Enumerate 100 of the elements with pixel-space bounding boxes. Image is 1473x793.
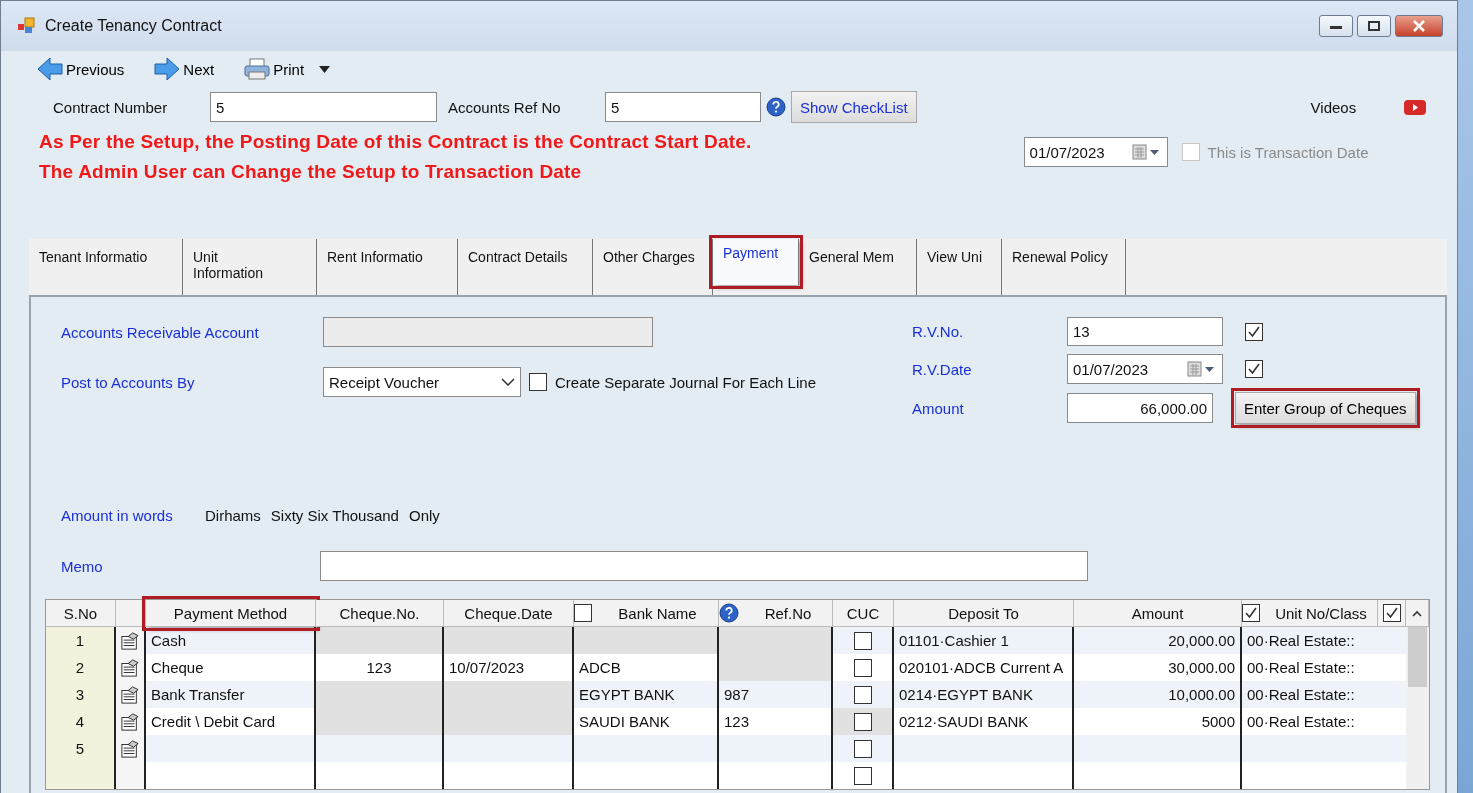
column-header[interactable]: Ref.No — [719, 600, 833, 627]
field-label: Amount — [912, 399, 965, 417]
edit-row-icon[interactable] — [121, 657, 139, 678]
checkbox[interactable] — [1242, 604, 1260, 622]
checkbox[interactable] — [529, 373, 547, 391]
row-number: 2 — [46, 654, 116, 681]
checkbox-label: This is Transaction Date — [1207, 143, 1369, 161]
row-number — [46, 762, 116, 789]
amount-words-text: Dirhams — [205, 506, 261, 524]
previous-button[interactable]: Previous — [37, 57, 125, 81]
column-header[interactable]: S.No — [46, 600, 116, 627]
table-cell: 987 — [719, 681, 833, 708]
scrollbar-thumb[interactable] — [1408, 627, 1427, 687]
checkbox[interactable] — [1382, 604, 1401, 622]
column-title: Unit No/Class — [1275, 604, 1367, 622]
minimize-icon — [1330, 23, 1342, 29]
column-title: Bank Name — [618, 604, 697, 622]
memo-field[interactable] — [320, 551, 1088, 581]
show-checklist-button[interactable]: Show CheckList — [791, 91, 917, 123]
edit-row-icon[interactable] — [121, 630, 139, 651]
checkbox[interactable] — [853, 685, 872, 704]
field-label: R.V.No. — [912, 323, 965, 340]
table-cell: 0214·EGYPT BANK — [894, 681, 1074, 708]
checkbox[interactable] — [1245, 360, 1263, 378]
field-label: Memo — [61, 557, 104, 575]
checkbox[interactable] — [853, 739, 872, 758]
checkbox[interactable] — [853, 766, 872, 785]
column-header[interactable]: CUC — [833, 600, 894, 627]
scrollbar[interactable] — [1406, 627, 1429, 789]
field-label: Contract Number — [53, 98, 169, 116]
table-cell: Cash — [146, 627, 316, 654]
column-header[interactable]: Amount — [1074, 600, 1242, 627]
column-title: CUC — [846, 604, 880, 622]
chevron-down-icon — [501, 378, 515, 386]
amount-field[interactable]: 66,000.00 — [1067, 393, 1213, 423]
column-header[interactable]: Bank Name — [574, 600, 719, 627]
field-label: Amount in words — [61, 506, 174, 524]
edit-row-icon[interactable] — [121, 711, 139, 732]
amount-words-text: Sixty Six Thousand — [270, 506, 399, 524]
column-title: Deposit To — [948, 604, 1019, 622]
checkbox-label: Create Separate Journal For Each Line — [555, 373, 816, 391]
table-cell: 10,000.00 — [1074, 681, 1242, 708]
column-header[interactable]: Cheque.No. — [316, 600, 444, 627]
close-icon — [1413, 20, 1425, 32]
left-arrow-icon — [37, 57, 63, 81]
field-label: R.V.Date — [912, 360, 973, 378]
app-icon — [17, 17, 37, 35]
scroll-up-button[interactable] — [1406, 600, 1429, 627]
checkbox[interactable] — [574, 604, 592, 622]
chevron-up-icon — [1412, 609, 1422, 617]
help-icon[interactable] — [766, 97, 786, 117]
amount-words-text: Only — [408, 506, 440, 524]
table-cell: 00·Real Estate:: — [1242, 681, 1378, 708]
maximize-button[interactable] — [1357, 15, 1391, 37]
right-arrow-icon — [154, 57, 181, 81]
checkbox[interactable] — [853, 631, 872, 650]
printer-icon — [244, 58, 271, 80]
help-icon[interactable] — [719, 603, 739, 623]
column-title: Payment Method — [173, 604, 288, 622]
field-label: Accounts Ref No — [448, 98, 562, 116]
table-cell: 20,000.00 — [1074, 627, 1242, 654]
contract-number-field[interactable]: 5 — [210, 92, 437, 122]
column-title: S.No — [63, 604, 98, 622]
checkbox[interactable] — [853, 658, 872, 677]
date-field[interactable]: 01/07/2023 — [1023, 137, 1168, 167]
column-title: Cheque.Date — [464, 604, 553, 622]
row-number: 4 — [46, 708, 116, 735]
row-number: 1 — [46, 627, 116, 654]
warning-text: The Admin User can Change the Setup to Transaction Date — [39, 160, 583, 184]
table-cell — [1378, 627, 1406, 654]
videos-label: Videos — [1310, 98, 1357, 116]
column-header[interactable]: Deposit To — [894, 600, 1074, 627]
edit-row-icon[interactable] — [121, 738, 139, 759]
column-title: Ref.No — [764, 604, 812, 622]
rv-number-field[interactable]: 13 — [1067, 317, 1223, 346]
column-header[interactable]: Unit No/Class — [1242, 600, 1378, 627]
close-button[interactable] — [1395, 15, 1443, 37]
field-label: Accounts Receivable Account — [61, 323, 260, 341]
date-field[interactable]: 01/07/2023 — [1067, 354, 1223, 384]
column-header[interactable] — [1378, 600, 1406, 627]
print-button[interactable]: Print — [244, 58, 331, 80]
window-title: Create Tenancy Contract — [45, 17, 223, 35]
column-title: Cheque.No. — [339, 604, 420, 622]
field-label: Post to Accounts By — [61, 373, 196, 391]
table-cell: EGYPT BANK — [574, 681, 719, 708]
edit-row-icon[interactable] — [121, 684, 139, 705]
maximize-icon — [1368, 21, 1380, 31]
calendar-dropdown-icon[interactable] — [1131, 144, 1162, 160]
warning-text: As Per the Setup, the Posting Date of this Contract is the Contract Start Date. — [39, 130, 752, 154]
minimize-button[interactable] — [1319, 15, 1353, 37]
checkbox[interactable] — [1245, 322, 1263, 341]
table-cell: 01101·Cashier 1 — [894, 627, 1074, 654]
post-by-dropdown[interactable]: Receipt Voucher — [323, 367, 521, 397]
calendar-dropdown-icon[interactable] — [1187, 361, 1217, 377]
accounts-ref-field[interactable]: 5 — [605, 92, 761, 122]
video-play-icon[interactable] — [1404, 99, 1427, 115]
next-button[interactable]: Next — [154, 57, 215, 81]
column-header[interactable]: Cheque.Date — [444, 600, 574, 627]
table-cell: 00·Real Estate:: — [1242, 627, 1378, 654]
row-number: 3 — [46, 681, 116, 708]
